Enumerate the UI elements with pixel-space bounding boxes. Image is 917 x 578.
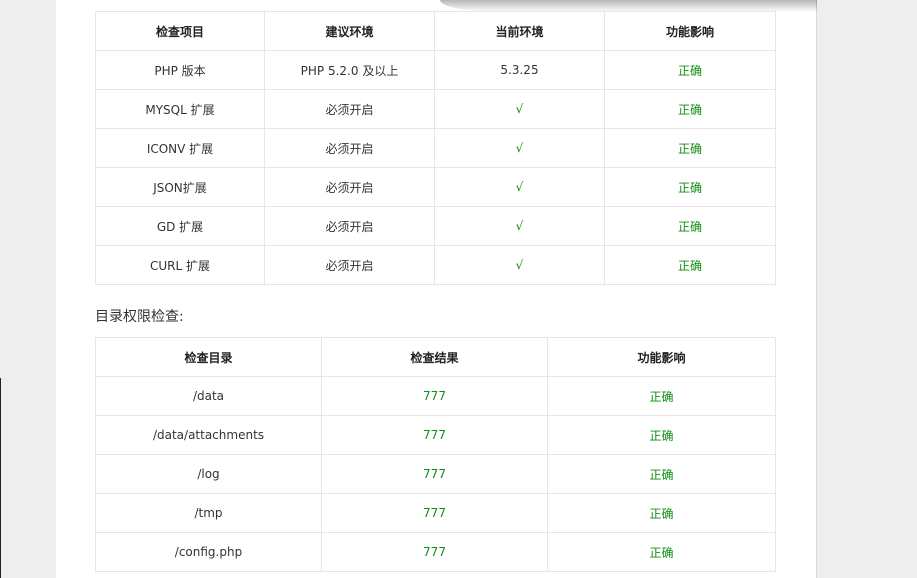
table-row: CURL 扩展 必须开启 √ 正确: [95, 245, 776, 285]
table-row: PHP 版本 PHP 5.2.0 及以上 5.3.25 正确: [95, 50, 776, 90]
recommended-env: 必须开启: [264, 167, 435, 207]
check-mark: √: [434, 128, 605, 168]
check-mark: √: [434, 206, 605, 246]
permission-result: 777: [321, 415, 548, 455]
directory-path: /log: [95, 454, 322, 494]
permission-result: 777: [321, 493, 548, 533]
table-header-row: 检查项目 建议环境 当前环境 功能影响: [95, 11, 776, 51]
column-header-recommended: 建议环境: [264, 11, 435, 51]
directory-path: /data: [95, 376, 322, 416]
column-header-result: 检查结果: [321, 337, 548, 377]
status-ok: 正确: [604, 50, 776, 90]
status-ok: 正确: [547, 376, 776, 416]
table-row: JSON扩展 必须开启 √ 正确: [95, 167, 776, 207]
column-header-directory: 检查目录: [95, 337, 322, 377]
column-header-effect: 功能影响: [604, 11, 776, 51]
table-row: MYSQL 扩展 必须开启 √ 正确: [95, 89, 776, 129]
directory-path: /config.php: [95, 532, 322, 572]
check-item: JSON扩展: [95, 167, 265, 207]
column-header-item: 检查项目: [95, 11, 265, 51]
table-row: /data/attachments 777 正确: [95, 415, 776, 455]
status-ok: 正确: [604, 245, 776, 285]
table-row: /log 777 正确: [95, 454, 776, 494]
directory-permission-table: 检查目录 检查结果 功能影响 /data 777 正确 /data/attach…: [95, 337, 776, 572]
table-row: /data 777 正确: [95, 376, 776, 416]
column-header-current: 当前环境: [434, 11, 605, 51]
status-ok: 正确: [604, 206, 776, 246]
permission-result: 777: [321, 376, 548, 416]
permission-result: 777: [321, 454, 548, 494]
table-row: GD 扩展 必须开启 √ 正确: [95, 206, 776, 246]
status-ok: 正确: [604, 128, 776, 168]
environment-check-table: 检查项目 建议环境 当前环境 功能影响 PHP 版本 PHP 5.2.0 及以上…: [95, 11, 776, 285]
check-item: CURL 扩展: [95, 245, 265, 285]
status-ok: 正确: [547, 493, 776, 533]
check-item: MYSQL 扩展: [95, 89, 265, 129]
recommended-env: PHP 5.2.0 及以上: [264, 50, 435, 90]
check-item: GD 扩展: [95, 206, 265, 246]
status-ok: 正确: [604, 89, 776, 129]
status-ok: 正确: [547, 532, 776, 572]
check-mark: √: [434, 89, 605, 129]
recommended-env: 必须开启: [264, 206, 435, 246]
recommended-env: 必须开启: [264, 128, 435, 168]
window-edge: [0, 378, 1, 578]
directory-path: /tmp: [95, 493, 322, 533]
check-item: ICONV 扩展: [95, 128, 265, 168]
table-row: /tmp 777 正确: [95, 493, 776, 533]
check-mark: √: [434, 245, 605, 285]
check-mark: √: [434, 167, 605, 207]
table-header-row: 检查目录 检查结果 功能影响: [95, 337, 776, 377]
current-env: 5.3.25: [434, 50, 605, 90]
check-item: PHP 版本: [95, 50, 265, 90]
directory-path: /data/attachments: [95, 415, 322, 455]
recommended-env: 必须开启: [264, 89, 435, 129]
section-title-directory-permissions: 目录权限检查:: [95, 309, 184, 325]
table-row: /config.php 777 正确: [95, 532, 776, 572]
column-header-effect: 功能影响: [547, 337, 776, 377]
status-ok: 正确: [547, 415, 776, 455]
status-ok: 正确: [604, 167, 776, 207]
permission-result: 777: [321, 532, 548, 572]
table-row: ICONV 扩展 必须开启 √ 正确: [95, 128, 776, 168]
status-ok: 正确: [547, 454, 776, 494]
recommended-env: 必须开启: [264, 245, 435, 285]
